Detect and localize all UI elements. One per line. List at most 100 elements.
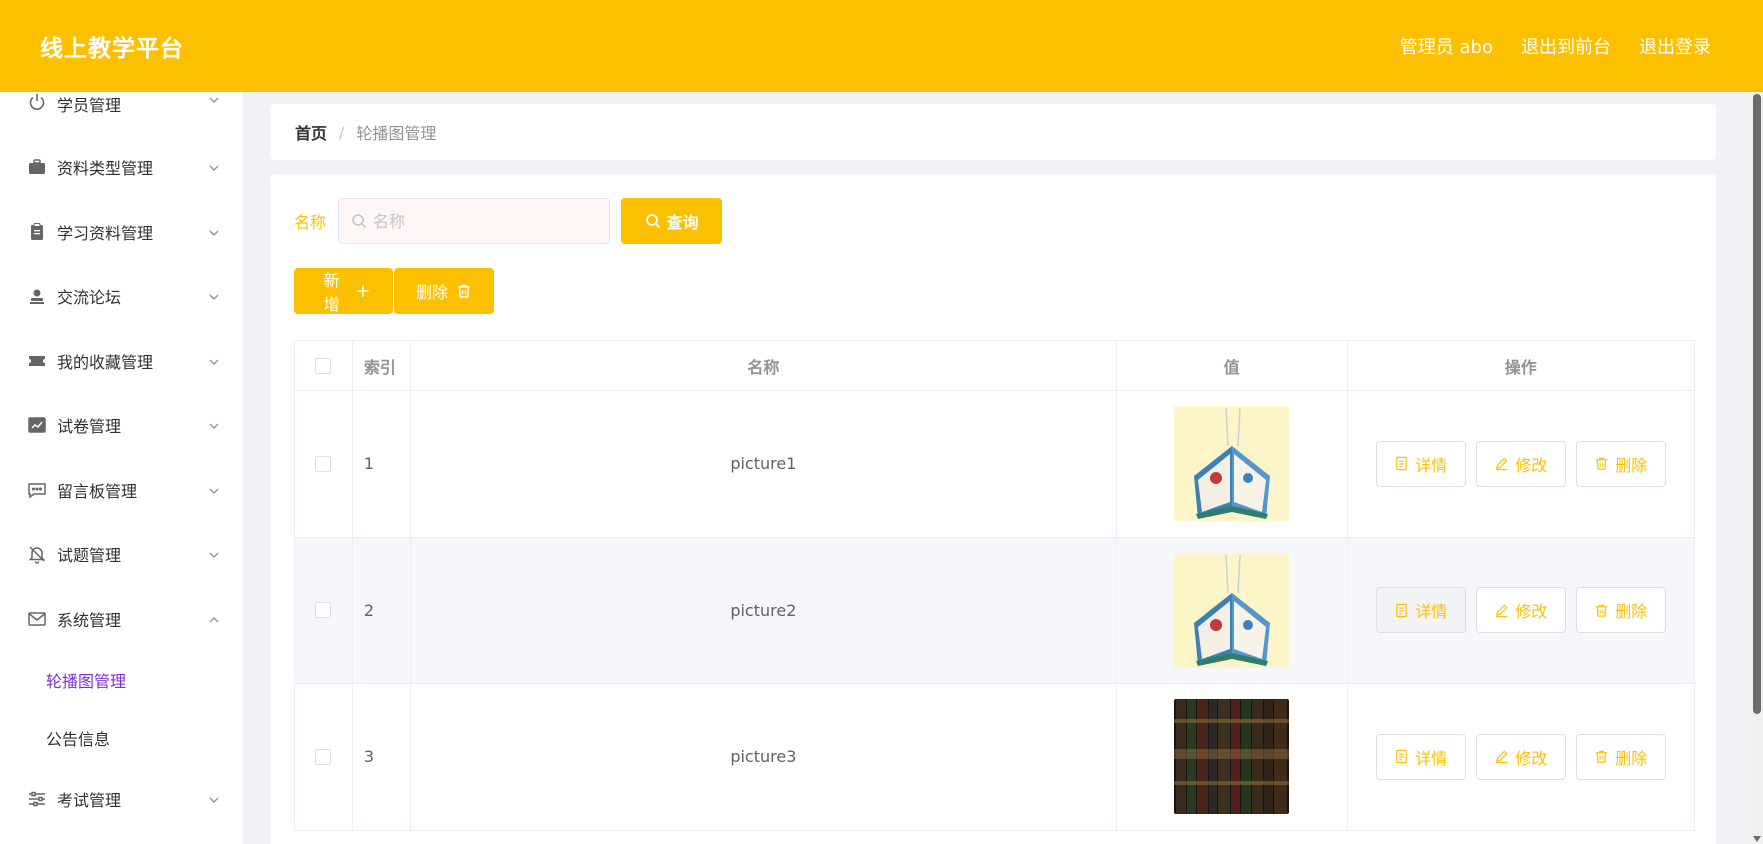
admin-user-label[interactable]: 管理员 abo — [1400, 33, 1493, 59]
sidebar-item-label: 系统管理 — [57, 610, 122, 630]
trash-icon — [1596, 457, 1608, 470]
delete-button[interactable]: 删除 — [1575, 733, 1666, 780]
row-index: 1 — [353, 391, 411, 537]
sidebar-item-system[interactable]: 系统管理 — [0, 587, 243, 652]
sidebar-item-material-types[interactable]: 资料类型管理 — [0, 135, 243, 200]
sidebar-item-students[interactable]: 学员管理 — [0, 92, 243, 115]
chevron-down-icon — [207, 225, 221, 239]
search-input[interactable] — [373, 211, 594, 231]
user-stamp-icon — [27, 286, 47, 306]
content-card: 名称 查询 新增 删除 索引 名称 值 操作 1 — [270, 174, 1716, 844]
detail-button[interactable]: 详情 — [1375, 587, 1466, 634]
logout-link[interactable]: 退出登录 — [1639, 33, 1711, 59]
ticket-icon — [27, 351, 47, 371]
sidebar-item-questions[interactable]: 试题管理 — [0, 522, 243, 587]
scroll-down-arrow-icon[interactable] — [1753, 836, 1761, 842]
trash-icon — [1596, 750, 1608, 763]
sidebar-item-label: 试卷管理 — [57, 417, 122, 437]
query-button-label: 查询 — [666, 215, 699, 232]
sidebar-item-exams[interactable]: 考试管理 — [0, 767, 243, 832]
sidebar-item-label: 学员管理 — [57, 96, 122, 115]
sidebar-item-study-materials[interactable]: 学习资料管理 — [0, 200, 243, 265]
delete-button[interactable]: 删除 — [1575, 587, 1666, 634]
sidebar-subitem-announcements[interactable]: 公告信息 — [0, 709, 243, 767]
sidebar: 学员管理 资料类型管理 学习资料管理 交流论坛 我的收藏管理 试卷管理 留言板管… — [0, 92, 243, 844]
delete-button-label: 删除 — [1615, 750, 1648, 768]
edit-button[interactable]: 修改 — [1475, 587, 1566, 634]
edit-button[interactable]: 修改 — [1475, 440, 1566, 487]
detail-button-label: 详情 — [1415, 604, 1448, 622]
sidebar-item-papers[interactable]: 试卷管理 — [0, 393, 243, 458]
briefcase-icon — [27, 157, 47, 177]
sidebar-item-favorites[interactable]: 我的收藏管理 — [0, 329, 243, 394]
plus-icon — [357, 285, 370, 297]
column-header-name: 名称 — [411, 341, 1117, 390]
page-scrollbar[interactable] — [1751, 92, 1763, 844]
chevron-down-icon — [207, 354, 221, 368]
chevron-down-icon — [207, 289, 221, 303]
chevron-down-icon — [207, 547, 221, 561]
edit-button[interactable]: 修改 — [1475, 733, 1566, 780]
query-button[interactable]: 查询 — [621, 198, 723, 244]
back-to-front-link[interactable]: 退出到前台 — [1521, 33, 1611, 59]
detail-button[interactable]: 详情 — [1375, 440, 1466, 487]
edit-button-label: 修改 — [1515, 750, 1548, 768]
column-header-value: 值 — [1117, 341, 1348, 390]
pencil-icon — [1496, 457, 1508, 471]
carousel-table: 索引 名称 值 操作 1 picture1 详情 修改 删除 2 picture… — [294, 340, 1695, 831]
table-row: 3 picture3 详情 修改 删除 — [295, 684, 1694, 831]
row-checkbox[interactable] — [315, 602, 332, 619]
table-header-row: 索引 名称 值 操作 — [295, 341, 1694, 391]
column-header-index: 索引 — [353, 341, 411, 390]
sidebar-item-forum[interactable]: 交流论坛 — [0, 264, 243, 329]
row-checkbox[interactable] — [315, 455, 332, 472]
book-image — [1174, 552, 1290, 668]
search-icon — [645, 214, 660, 229]
pencil-icon — [1496, 750, 1508, 764]
delete-button[interactable]: 删除 — [1575, 440, 1666, 487]
sidebar-item-label: 学习资料管理 — [57, 223, 154, 243]
add-button-label: 新增 — [323, 273, 340, 314]
search-icon — [352, 214, 367, 229]
row-index: 2 — [353, 537, 411, 683]
sidebar-item-label: 考试管理 — [57, 791, 122, 811]
delete-button-label: 删除 — [1615, 604, 1648, 622]
breadcrumb-current: 轮播图管理 — [356, 124, 437, 143]
sidebar-item-label: 交流论坛 — [57, 288, 122, 308]
scrollbar-thumb[interactable] — [1753, 94, 1761, 714]
row-index: 3 — [353, 684, 411, 830]
breadcrumb: 首页 / 轮播图管理 — [270, 104, 1716, 160]
sliders-icon — [27, 789, 47, 809]
search-input-wrapper — [338, 198, 611, 244]
delete-button-label: 删除 — [416, 285, 449, 302]
clipboard-icon — [27, 222, 47, 242]
detail-button[interactable]: 详情 — [1375, 733, 1466, 780]
batch-delete-button[interactable]: 删除 — [394, 268, 494, 314]
edit-button-label: 修改 — [1515, 604, 1548, 622]
chevron-down-icon — [207, 483, 221, 497]
detail-button-label: 详情 — [1415, 750, 1448, 768]
delete-button-label: 删除 — [1615, 457, 1648, 475]
sidebar-item-label: 我的收藏管理 — [57, 352, 154, 372]
sidebar-item-messages[interactable]: 留言板管理 — [0, 458, 243, 523]
row-checkbox[interactable] — [315, 748, 332, 765]
add-button[interactable]: 新增 — [294, 268, 393, 314]
chevron-down-icon — [207, 792, 221, 806]
bell-off-icon — [27, 544, 47, 564]
bookshelf-image — [1174, 699, 1290, 815]
row-name: picture3 — [411, 684, 1117, 830]
table-row: 1 picture1 详情 修改 删除 — [295, 391, 1694, 538]
trash-icon — [458, 284, 470, 298]
document-icon — [1396, 603, 1408, 617]
breadcrumb-home[interactable]: 首页 — [295, 120, 327, 144]
header-nav: 管理员 abo 退出到前台 退出登录 — [1400, 33, 1711, 59]
sidebar-item-label: 试题管理 — [57, 546, 122, 566]
chevron-down-icon — [207, 160, 221, 174]
top-header: 线上教学平台 管理员 abo 退出到前台 退出登录 — [0, 0, 1763, 92]
action-toolbar: 新增 删除 — [294, 268, 494, 314]
select-all-checkbox[interactable] — [315, 357, 332, 374]
document-icon — [1396, 457, 1408, 471]
table-row: 2 picture2 详情 修改 删除 — [295, 537, 1694, 684]
chart-icon — [27, 415, 47, 435]
sidebar-subitem-carousel[interactable]: 轮播图管理 — [0, 651, 243, 709]
